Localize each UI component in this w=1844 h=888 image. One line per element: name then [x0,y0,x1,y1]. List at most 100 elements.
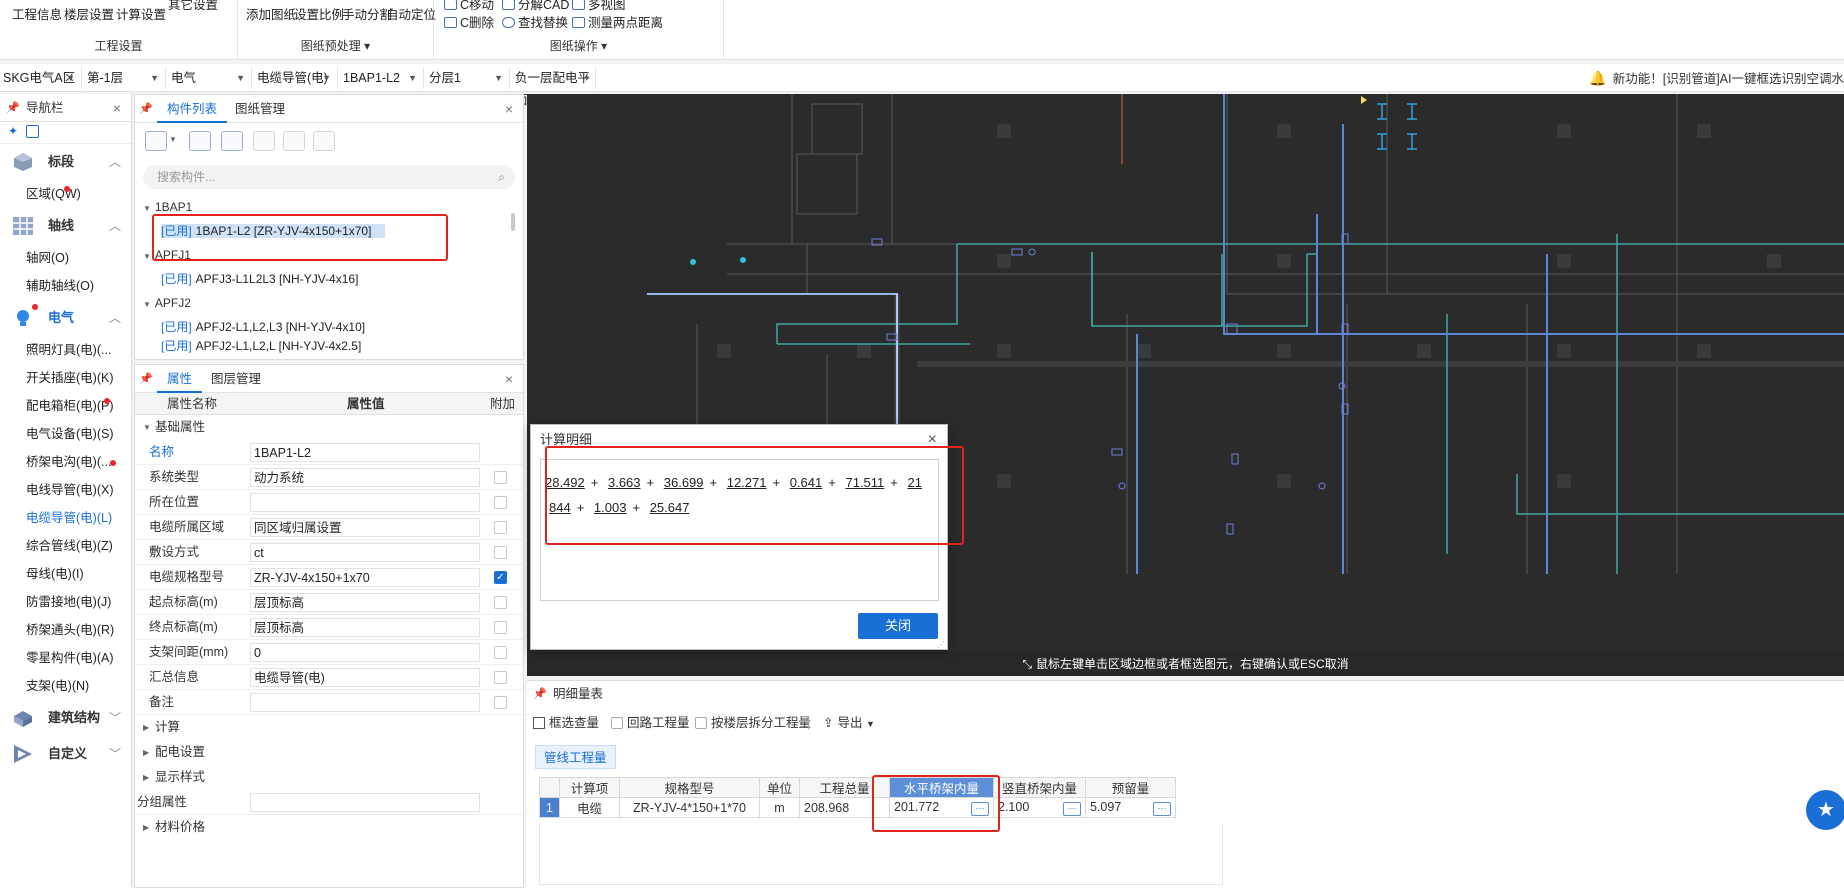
nav-item-misc-component[interactable]: 零星构件(电)(A) [0,644,131,672]
close-icon[interactable]: × [505,365,513,393]
auto-locate-button[interactable]: 自动定位 [386,4,436,23]
section-basic[interactable]: ▼ 基础属性 [135,415,523,440]
nav-item-busbar[interactable]: 母线(电)(I) [0,560,131,588]
prop-value-input[interactable]: 动力系统 [250,468,480,487]
drawing-select[interactable]: 负一层配电平面▾ [512,67,596,107]
delete-icon[interactable] [189,131,211,151]
section-material-price[interactable]: ▶ 材料价格 [135,815,523,840]
nav-item-region[interactable]: 区域(QW) [0,180,131,208]
prop-value-input[interactable]: 1BAP1-L2 [250,443,480,462]
nav-item-bracket[interactable]: 支架(电)(N) [0,672,131,700]
nav-item-distribution-box[interactable]: 配电箱柜(电)(P) [0,392,131,420]
resize-grip-icon[interactable]: ⋰ [937,640,945,649]
nav-category-zidingyi[interactable]: 自定义 ﹀ [0,736,131,772]
feature-notice[interactable]: 🔔 新功能！[识别管道]AI一键框选识别空调水 [1589,67,1844,89]
section-distribution[interactable]: ▶ 配电设置 [135,740,523,765]
pin-icon[interactable]: 📌 [139,365,153,393]
other-settings-button[interactable]: 其它设置 [168,0,218,13]
prop-value-input[interactable]: 层顶标高 [250,593,480,612]
export-button[interactable]: ⇪ 导出 ▼ [823,707,875,740]
area-select[interactable]: SKG电气A区 ▼ [0,67,82,89]
nav-item-aux-axis[interactable]: 辅助轴线(O) [0,272,131,300]
nav-item-cable-tray[interactable]: 桥架电沟(电)(... [0,448,131,476]
extra-checkbox[interactable] [494,471,507,484]
set-scale-button[interactable]: 设置比例 [294,4,344,23]
extra-checkbox[interactable] [494,546,507,559]
prop-value-input[interactable]: 同区域归属设置 [250,518,480,537]
sparkle-icon[interactable]: ✦ [8,124,18,138]
tab-properties[interactable]: 属性 [157,365,203,393]
pin-icon[interactable]: 📌 [139,95,153,123]
extra-checkbox[interactable] [494,621,507,634]
extra-checkbox[interactable] [494,696,507,709]
prop-value-input[interactable] [250,793,480,812]
nav-item-wire-conduit[interactable]: 电线导管(电)(X) [0,476,131,504]
find-replace-button[interactable]: 查找替换 [502,12,568,31]
component-select[interactable]: 1BAP1-L2 ▼ [340,67,424,89]
tree-item[interactable]: [已用] APFJ3-L1L2L3 [NH-YJV-4x16] [135,267,507,291]
nav-item-switch-socket[interactable]: 开关插座(电)(K) [0,364,131,392]
extra-checkbox[interactable] [494,521,507,534]
tree-group[interactable]: ▼ APFJ2 [135,291,507,315]
new-component-icon[interactable] [145,131,167,151]
component-type-select[interactable]: 电缆导管(电) ▼ [254,67,338,89]
tree-item[interactable]: [已用] APFJ2-L1,L2,L [NH-YJV-4x2.5] [135,339,507,353]
cell-vertical[interactable]: 2.100 ··· [993,797,1086,818]
calc-settings-button[interactable]: 计算设置 [116,4,166,23]
extra-checkbox[interactable] [494,671,507,684]
nav-category-biaoduan[interactable]: 标段 ︿ [0,144,131,180]
cad-delete-button[interactable]: C删除 [444,12,494,31]
pin-icon[interactable]: 📌 [533,681,547,707]
loop-quantity-checkbox[interactable]: 回路工程量 [611,707,690,739]
chevron-down-icon[interactable]: ▾ [364,39,370,53]
prop-value-input[interactable]: 电缆导管(电) [250,668,480,687]
filter-icon[interactable] [313,131,335,151]
cell-reserve[interactable]: 5.097 ··· [1085,797,1176,818]
ellipsis-icon[interactable]: ··· [1063,801,1081,816]
copy-icon[interactable] [221,131,243,151]
close-icon[interactable]: × [113,94,121,122]
layer-select[interactable]: 分层1 ▼ [426,67,510,89]
prop-value-input[interactable] [250,493,480,512]
nav-item-electrical-equipment[interactable]: 电气设备(电)(S) [0,420,131,448]
nav-category-zhouxian[interactable]: 轴线 ︿ [0,208,131,244]
chevron-down-icon[interactable]: ▾ [601,39,607,53]
project-info-button[interactable]: 工程信息 [12,4,62,23]
floor-settings-button[interactable]: 楼层设置 [64,4,114,23]
search-input[interactable]: 搜索构件... ⌕ [143,165,515,189]
favorite-star-button[interactable]: ★ [1806,790,1844,830]
chevron-down-icon[interactable]: ▼ [169,135,177,144]
tab-drawing-management[interactable]: 图纸管理 [225,95,295,123]
nav-item-tray-fitting[interactable]: 桥架通头(电)(R) [0,616,131,644]
pin-icon[interactable]: 📌 [6,94,20,122]
edit-icon[interactable] [26,125,39,138]
nav-item-axis-grid[interactable]: 轴网(O) [0,244,131,272]
prop-value-input[interactable]: 层顶标高 [250,618,480,637]
layer-copy-icon[interactable] [253,131,275,151]
nav-item-lighting[interactable]: 照明灯具(电)(... [0,336,131,364]
prop-value-input[interactable]: ZR-YJV-4x150+1x70 [250,568,480,587]
nav-category-jianzhu[interactable]: 建筑结构 ﹀ [0,700,131,736]
extra-checkbox-checked[interactable]: ✓ [494,571,507,584]
close-icon[interactable]: × [505,95,513,123]
extra-checkbox[interactable] [494,596,507,609]
tree-item[interactable]: [已用] APFJ2-L1,L2,L3 [NH-YJV-4x10] [135,315,507,339]
box-select-query-button[interactable]: 框选查量 [533,707,599,739]
extra-checkbox[interactable] [494,646,507,659]
split-by-floor-checkbox[interactable]: 按楼层拆分工程量 [695,707,811,739]
tab-component-list[interactable]: 构件列表 [157,95,228,123]
section-display-style[interactable]: ▶ 显示样式 [135,765,523,790]
scrollbar[interactable] [511,213,515,231]
add-drawing-button[interactable]: 添加图纸 [246,4,296,23]
table-row[interactable]: 1 电缆 ZR-YJV-4*150+1*70 m 208.968 201.772… [539,797,1176,818]
tab-pipeline-quantity[interactable]: 管线工程量 [535,745,616,769]
close-button[interactable]: 关闭 [858,613,938,639]
prop-value-input[interactable]: 0 [250,643,480,662]
nav-item-combined-pipeline[interactable]: 综合管线(电)(Z) [0,532,131,560]
nav-item-cable-conduit[interactable]: 电缆导管(电)(L) [0,504,131,532]
floor-select[interactable]: 第-1层 ▼ [84,67,166,89]
discipline-select[interactable]: 电气 ▼ [168,67,252,89]
sort-icon[interactable] [283,131,305,151]
measure-distance-button[interactable]: 测量两点距离 [572,12,663,31]
tab-layer-management[interactable]: 图层管理 [201,365,271,393]
